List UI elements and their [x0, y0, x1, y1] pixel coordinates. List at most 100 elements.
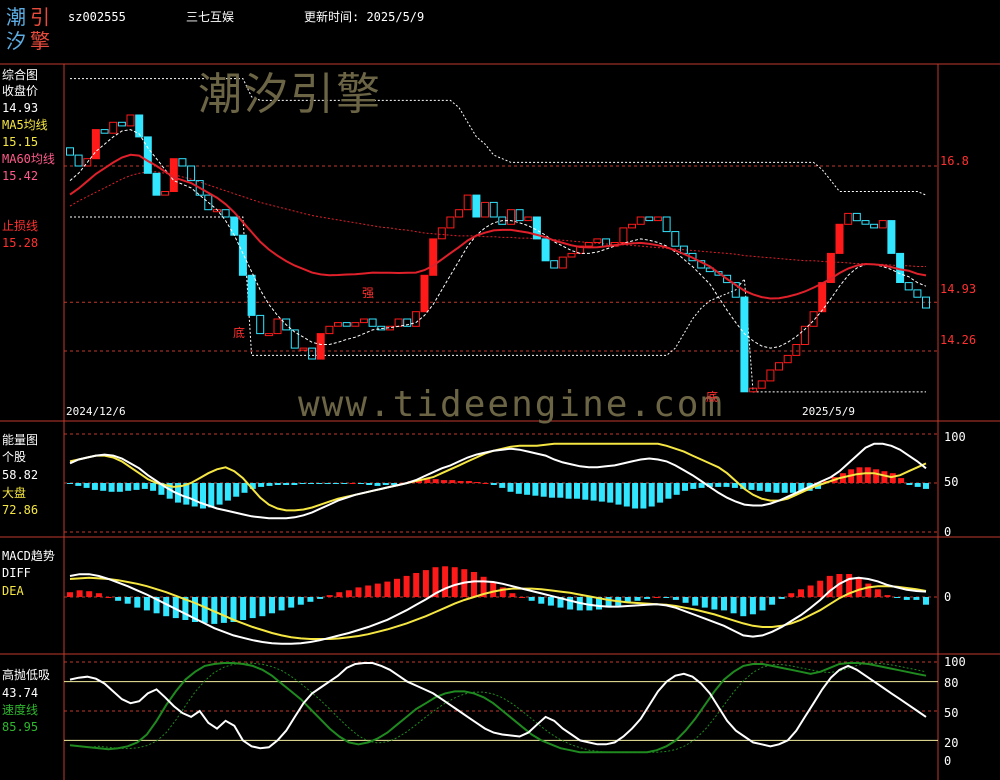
energy-bar — [91, 483, 98, 490]
macd-bar — [759, 597, 766, 611]
y-tick-energy: 100 — [944, 430, 966, 444]
candle — [325, 325, 334, 335]
energy-bar — [449, 480, 456, 483]
candle — [161, 191, 170, 196]
energy-bar — [889, 473, 896, 483]
ma60-value: 15.42 — [2, 169, 39, 183]
energy-bar — [773, 483, 780, 493]
strong-mark: 强 — [362, 286, 375, 300]
candle — [437, 227, 446, 240]
candle — [489, 201, 498, 218]
energy-bar — [598, 483, 605, 502]
macd-bar — [336, 592, 343, 597]
main-panel-title: 综合图 — [2, 68, 39, 82]
candle — [351, 322, 360, 327]
close-value: 14.93 — [2, 101, 39, 115]
energy-bar — [748, 483, 755, 490]
energy-bar — [582, 483, 589, 500]
macd-bar — [509, 593, 516, 597]
energy-bar — [557, 483, 564, 498]
macd-bar — [865, 583, 872, 597]
trend-line — [69, 153, 927, 300]
energy-bar — [258, 483, 265, 487]
energy-bar — [881, 471, 888, 483]
candle — [394, 318, 403, 327]
energy-bar — [607, 483, 614, 503]
energy-bar — [781, 483, 788, 493]
energy-bar — [540, 483, 547, 497]
energy-bar — [723, 483, 730, 487]
market-energy-value: 72.86 — [2, 503, 39, 517]
macd-bar — [644, 597, 651, 599]
macd-bar — [730, 597, 737, 614]
energy-bar — [914, 483, 921, 487]
candle — [783, 354, 792, 364]
osc-panel-title: 高抛低吸 — [2, 668, 51, 682]
candle — [472, 194, 481, 218]
macd-bar — [86, 591, 93, 597]
energy-bar — [208, 483, 215, 508]
candle — [463, 194, 472, 211]
energy-bar — [241, 483, 248, 493]
macd-bar — [422, 570, 429, 597]
macd-bar — [749, 597, 756, 615]
ma60-label: MA60均线 — [2, 152, 55, 166]
macd-bar — [365, 585, 372, 597]
energy-bar — [524, 483, 531, 495]
candle — [411, 311, 420, 327]
candle — [645, 216, 654, 222]
energy-bar — [756, 483, 763, 491]
macd-bar — [913, 597, 920, 600]
candle — [100, 129, 109, 134]
macd-bar — [124, 597, 131, 604]
candle — [861, 220, 870, 225]
energy-bar — [682, 483, 688, 491]
candle — [904, 282, 913, 291]
macd-bar — [471, 572, 477, 597]
y-tick-energy: 0 — [944, 525, 952, 539]
y-tick-main: 14.93 — [940, 282, 977, 296]
candle — [507, 209, 515, 225]
energy-bar — [873, 469, 880, 483]
energy-bar — [790, 483, 796, 493]
energy-bar — [648, 483, 655, 507]
stop-label: 止损线 — [2, 219, 39, 233]
energy-bar — [191, 483, 198, 507]
market-energy-label: 大盘 — [2, 486, 27, 500]
energy-bar — [657, 483, 664, 503]
macd-bar — [374, 583, 381, 597]
macd-bar — [769, 597, 776, 605]
diff-label: DIFF — [2, 566, 31, 580]
energy-bar — [308, 483, 314, 484]
macd-bar — [259, 597, 266, 617]
candle — [264, 333, 273, 337]
energy-bar — [923, 483, 929, 489]
bottom-mark: 底 — [706, 390, 719, 404]
candle — [852, 212, 861, 222]
energy-bar — [100, 483, 107, 491]
ma5-value: 15.15 — [2, 135, 39, 149]
candle — [558, 256, 567, 269]
energy-bar — [532, 483, 539, 496]
logo-char: 潮 — [6, 5, 26, 29]
candle — [238, 234, 247, 276]
candle — [887, 220, 896, 254]
macd-bar — [326, 595, 333, 597]
y-tick-main: 16.8 — [940, 154, 969, 168]
macd-bar — [855, 577, 862, 597]
candle — [178, 158, 187, 167]
macd-bar — [394, 578, 400, 597]
diff-line — [69, 573, 927, 645]
energy-bar — [490, 483, 497, 485]
energy-bar — [615, 483, 622, 505]
candle — [420, 274, 429, 313]
candle — [740, 296, 749, 393]
candle — [654, 216, 662, 222]
macd-bar — [201, 597, 208, 623]
energy-bar — [67, 483, 73, 484]
candle — [334, 322, 342, 327]
candle — [628, 223, 636, 229]
energy-bar — [108, 483, 115, 492]
candle — [368, 318, 377, 327]
candle — [524, 216, 533, 222]
